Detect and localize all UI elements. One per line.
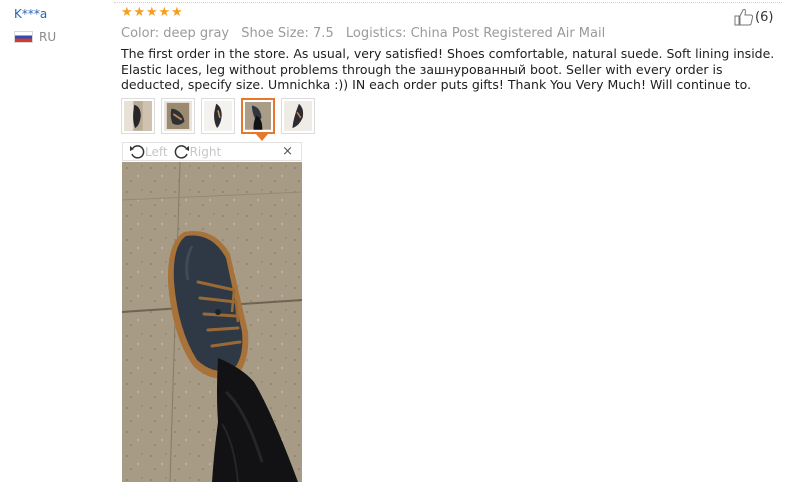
divider: [114, 2, 782, 4]
reviewer-name[interactable]: K***a: [14, 7, 47, 21]
active-thumbnail-caret: [256, 134, 268, 141]
photo-thumbnail[interactable]: [121, 98, 155, 134]
helpful-count: (6): [755, 9, 774, 25]
star-icon: ★: [158, 5, 171, 20]
close-viewer-button[interactable]: ×: [282, 144, 293, 159]
star-icon: ★: [121, 5, 133, 20]
russia-flag-icon: [14, 31, 33, 43]
photo-thumbnail-active[interactable]: [241, 98, 275, 134]
rotate-left-label: Left: [145, 144, 168, 159]
review-photo-large: [122, 162, 302, 482]
color-attribute: Color: deep gray: [121, 26, 230, 41]
rotate-left-button[interactable]: Left: [129, 144, 168, 160]
reviewer-country: RU: [14, 30, 56, 44]
logistics-attribute: Logistics: China Post Registered Air Mai…: [345, 26, 606, 41]
rotate-right-icon: [174, 144, 189, 159]
star-icon: ★: [133, 5, 146, 20]
image-viewer-toolbar: Left Right ×: [122, 142, 302, 161]
review-text: The first order in the store. As usual, …: [121, 46, 775, 92]
rotate-right-label: Right: [189, 144, 222, 159]
star-icon: ★: [171, 5, 183, 20]
rotate-left-icon: [130, 144, 145, 159]
rotate-right-button[interactable]: Right: [174, 144, 222, 160]
star-icon: ★: [146, 5, 158, 20]
helpful-button[interactable]: (6): [734, 8, 773, 26]
photo-thumbnail[interactable]: [201, 98, 235, 134]
photo-thumbnail[interactable]: [281, 98, 315, 134]
size-attribute: Shoe Size: 7.5: [241, 26, 334, 41]
thumbs-up-icon[interactable]: [734, 8, 754, 26]
shoe-photo: [122, 162, 302, 482]
order-attributes: Color: deep gray Shoe Size: 7.5 Logistic…: [121, 26, 613, 41]
country-code: RU: [39, 30, 57, 44]
review-item: K***a RU ★ ★ ★ ★ ★ Color: deep gray Shoe…: [0, 0, 790, 490]
star-rating: ★ ★ ★ ★ ★: [121, 5, 184, 20]
photo-thumbnails: [121, 98, 321, 134]
photo-thumbnail[interactable]: [161, 98, 195, 134]
